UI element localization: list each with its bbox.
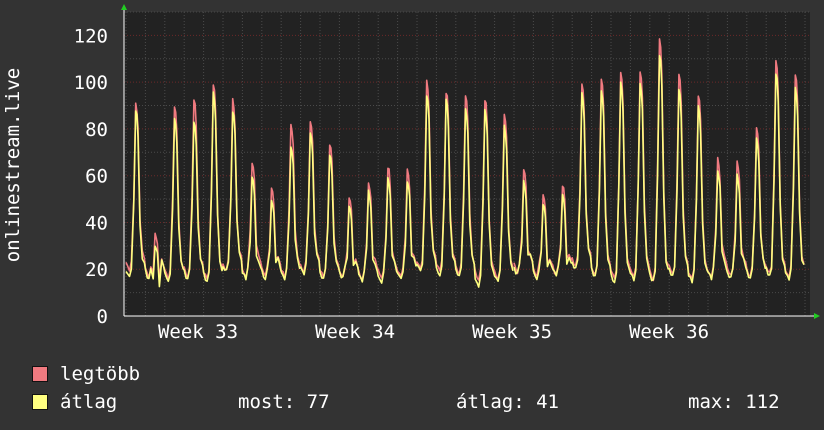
- x-axis-arrow: [814, 313, 820, 319]
- y-tick-label: 80: [85, 119, 108, 141]
- legend-item-atlag: átlag: [32, 391, 118, 413]
- y-tick-label: 60: [85, 166, 108, 188]
- stat-max: max: 112: [688, 391, 780, 413]
- x-tick-label: Week 35: [472, 321, 552, 343]
- y-axis-label: onlinestream.live: [2, 68, 24, 262]
- y-axis-arrow: [121, 4, 127, 10]
- y-tick-label: 40: [85, 212, 108, 234]
- stat-most: most: 77: [238, 391, 330, 413]
- x-tick-label: Week 34: [315, 321, 395, 343]
- legend-swatch-atlag: [32, 394, 48, 410]
- legend-swatch-legtobb: [32, 366, 48, 382]
- legend-label-legtobb: legtöbb: [60, 363, 141, 385]
- legend-item-legtobb: legtöbb: [32, 363, 141, 385]
- stat-atlag: átlag: 41: [456, 391, 559, 413]
- y-tick-label: 20: [85, 259, 108, 281]
- y-tick-label: 100: [74, 72, 108, 94]
- y-tick-label: 120: [74, 25, 108, 47]
- x-tick-label: Week 36: [629, 321, 709, 343]
- legend-label-atlag: átlag: [60, 391, 118, 413]
- x-tick-label: Week 33: [158, 321, 238, 343]
- y-tick-label: 0: [97, 306, 108, 328]
